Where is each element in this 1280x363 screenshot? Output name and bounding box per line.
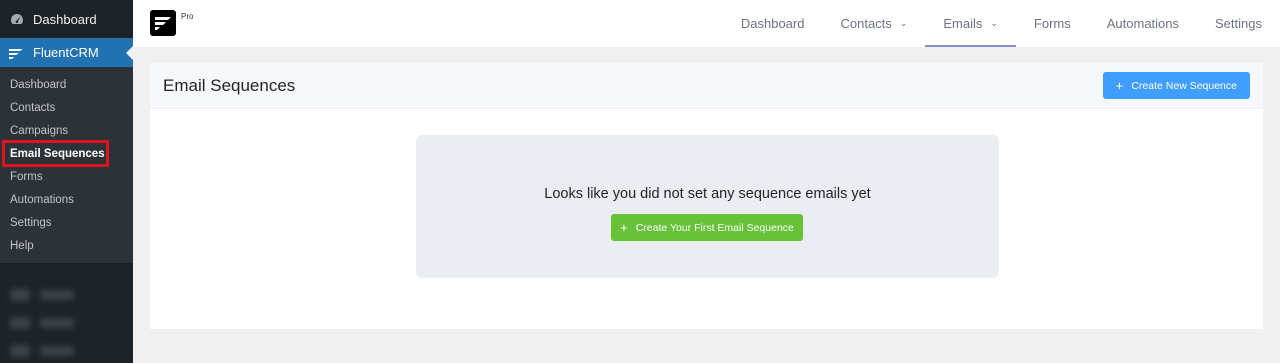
- create-first-sequence-button[interactable]: + Create Your First Email Sequence: [611, 214, 803, 241]
- fluentcrm-logo[interactable]: [150, 10, 176, 36]
- page-title: Email Sequences: [163, 75, 296, 95]
- pro-badge: Pro: [181, 12, 194, 21]
- blurred-menu-item: [10, 281, 133, 309]
- nav-item-emails[interactable]: Emails ⌄: [925, 0, 1016, 47]
- submenu-item-settings[interactable]: Settings: [0, 211, 133, 234]
- nav-item-automations[interactable]: Automations: [1089, 0, 1197, 47]
- wp-menu-fluentcrm-label: FluentCRM: [33, 45, 99, 60]
- wp-menu-fluentcrm[interactable]: FluentCRM: [0, 38, 133, 67]
- wp-admin-sidebar: Dashboard FluentCRM Dashboard Contacts C…: [0, 0, 133, 363]
- blurred-menu-item: [10, 337, 133, 363]
- chevron-down-icon: ⌄: [899, 18, 908, 28]
- plus-icon: +: [1115, 78, 1124, 93]
- dashboard-gauge-icon: [9, 11, 25, 27]
- nav-item-dashboard[interactable]: Dashboard: [723, 0, 823, 47]
- nav-item-settings[interactable]: Settings: [1197, 0, 1280, 47]
- email-sequences-panel: Email Sequences + Create New Sequence Lo…: [150, 63, 1263, 329]
- main-nav: Dashboard Contacts ⌄ Emails ⌄ Forms Automa…: [723, 0, 1280, 47]
- submenu-item-help[interactable]: Help: [0, 234, 133, 257]
- nav-item-forms[interactable]: Forms: [1016, 0, 1089, 47]
- submenu-item-contacts[interactable]: Contacts: [0, 96, 133, 119]
- submenu-item-campaigns[interactable]: Campaigns: [0, 119, 133, 142]
- empty-state: Looks like you did not set any sequence …: [416, 135, 999, 278]
- chevron-down-icon: ⌄: [990, 18, 998, 28]
- blurred-menu-items: [0, 263, 133, 363]
- submenu-item-dashboard[interactable]: Dashboard: [0, 73, 133, 96]
- top-navigation-bar: Pro Dashboard Contacts ⌄ Emails ⌄ Forms Au…: [133, 0, 1280, 47]
- wp-menu-dashboard-label: Dashboard: [33, 11, 97, 27]
- empty-state-message: Looks like you did not set any sequence …: [544, 186, 871, 202]
- submenu-item-automations[interactable]: Automations: [0, 188, 133, 211]
- fluentcrm-logo-icon: [7, 46, 25, 60]
- blurred-menu-item: [10, 309, 133, 337]
- plus-icon: +: [620, 220, 628, 235]
- nav-item-contacts[interactable]: Contacts ⌄: [822, 0, 925, 47]
- annotation-highlight-box: [2, 140, 109, 167]
- panel-header: Email Sequences + Create New Sequence: [150, 63, 1263, 109]
- submenu-item-forms[interactable]: Forms: [0, 165, 133, 188]
- create-new-sequence-button[interactable]: + Create New Sequence: [1102, 72, 1250, 99]
- wp-menu-dashboard[interactable]: Dashboard: [0, 0, 133, 38]
